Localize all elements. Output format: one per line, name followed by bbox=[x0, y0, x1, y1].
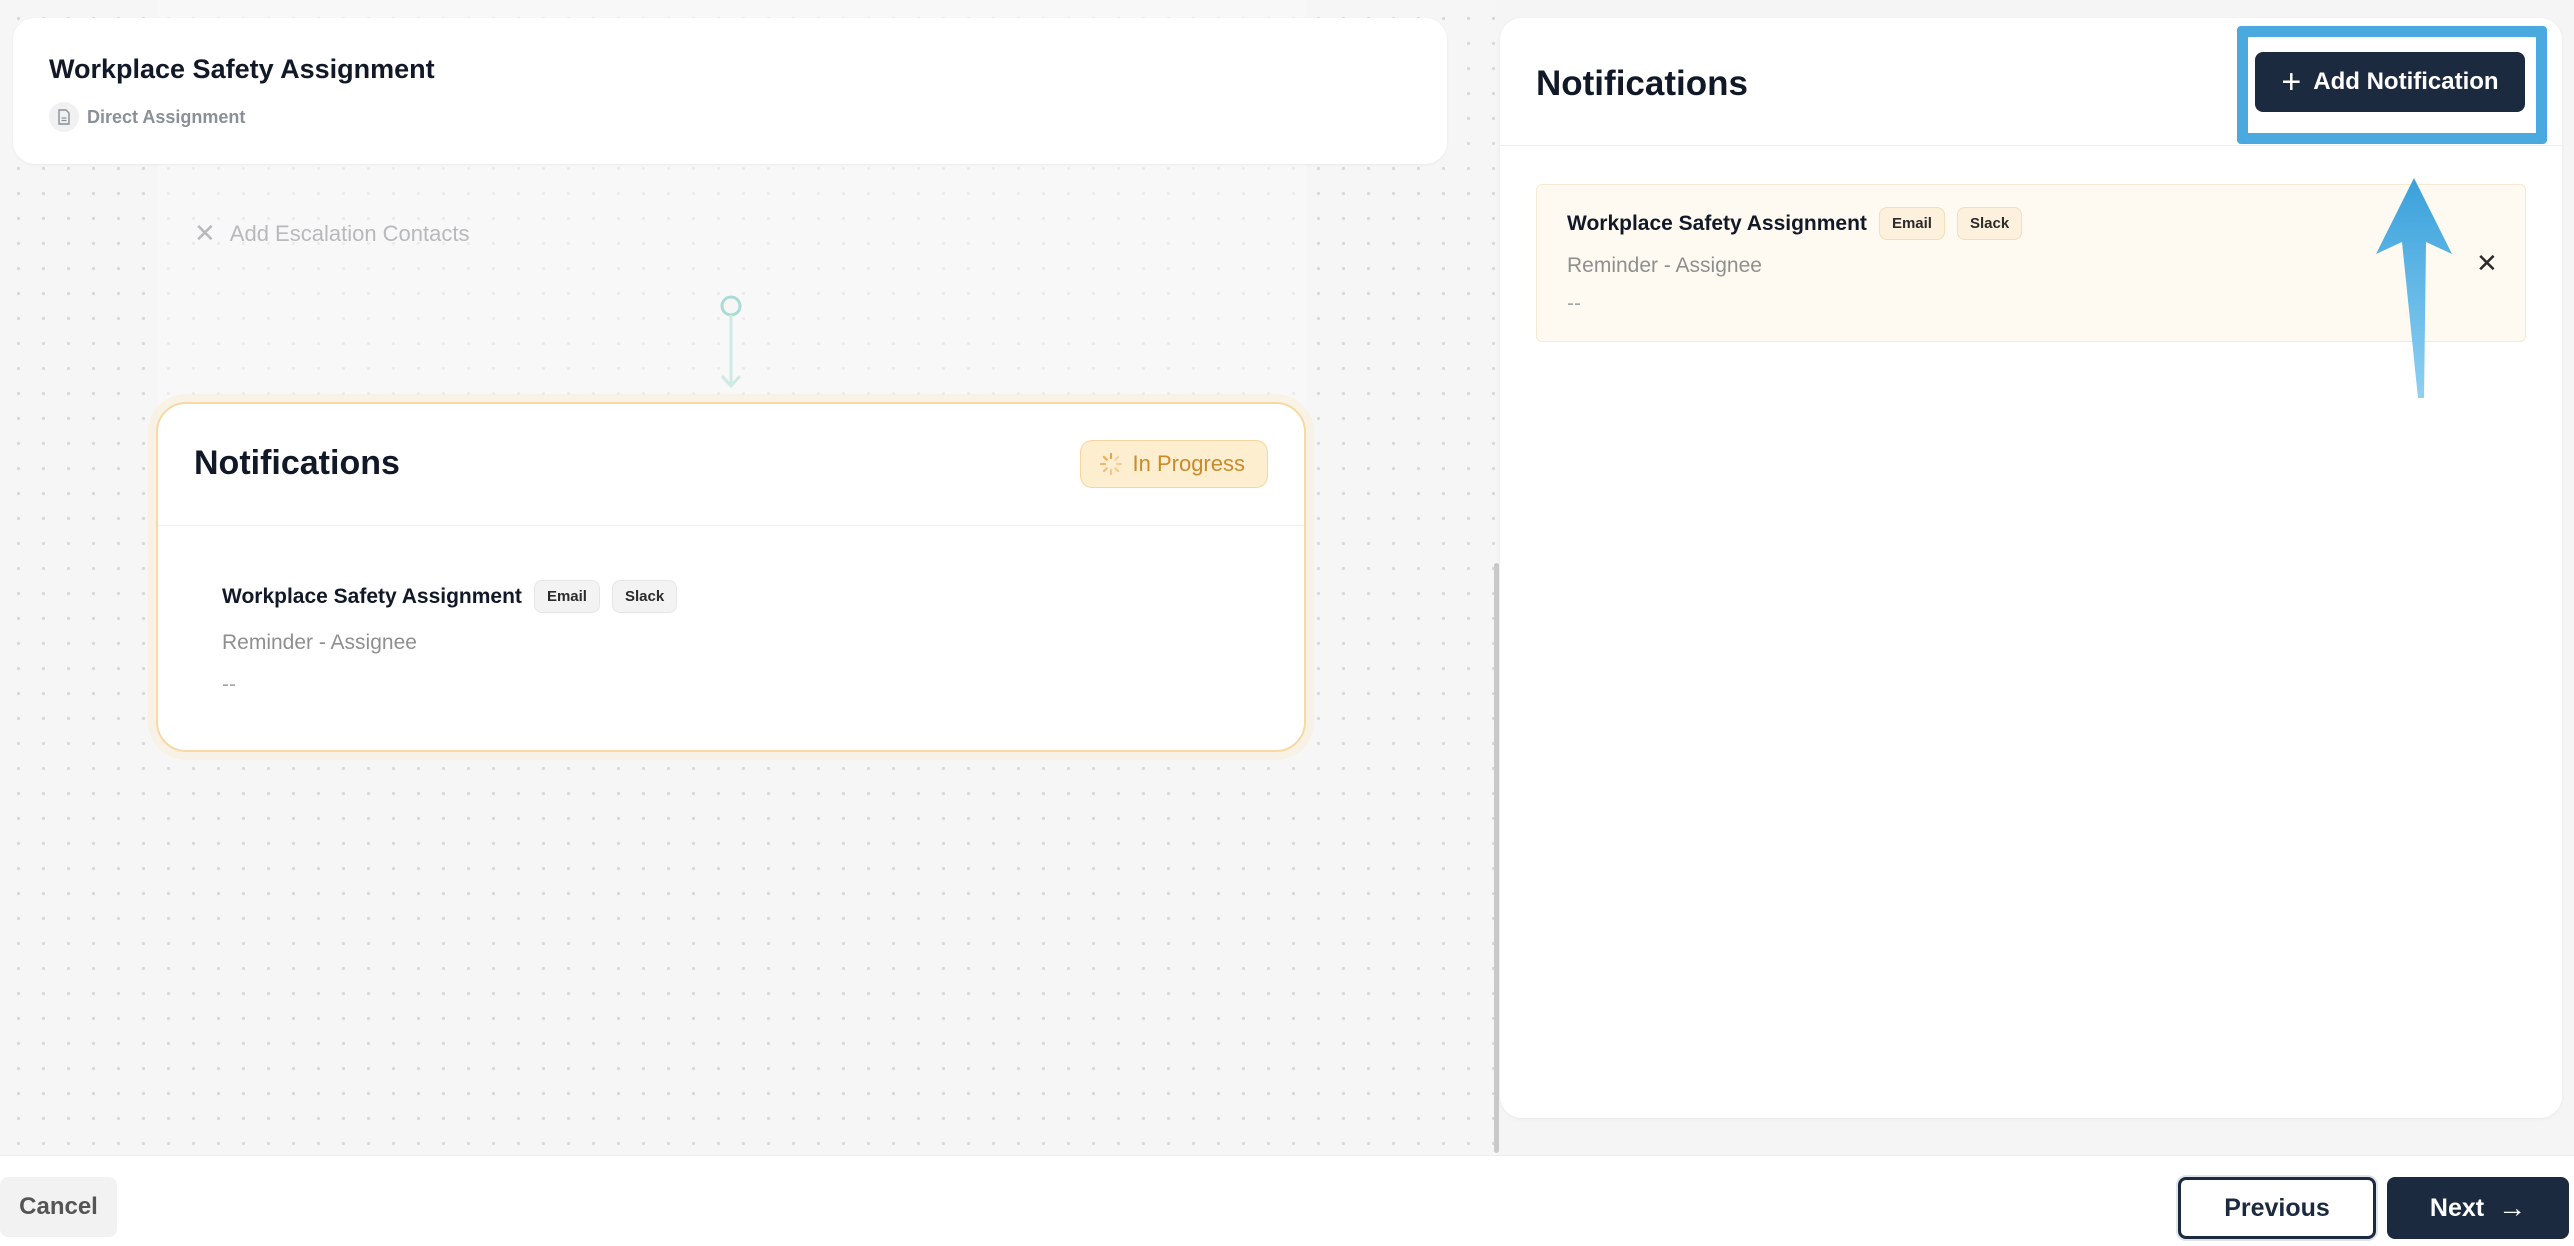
notifications-node[interactable]: Notifications In Progress Workplace Safe… bbox=[156, 402, 1306, 752]
add-notification-label: Add Notification bbox=[2313, 68, 2499, 95]
channel-badge-slack: Slack bbox=[1956, 207, 2023, 240]
add-escalation-contacts[interactable]: ✕ Add Escalation Contacts bbox=[194, 218, 470, 249]
assignment-header-card: Workplace Safety Assignment Direct Assig… bbox=[13, 18, 1447, 164]
notification-name: Workplace Safety Assignment bbox=[222, 584, 522, 608]
panel-title: Notifications bbox=[1536, 64, 1748, 103]
spinner-icon bbox=[1099, 452, 1122, 476]
notification-type: Reminder - Assignee bbox=[1567, 254, 1762, 277]
plus-icon: + bbox=[2281, 63, 2302, 101]
list-item: Workplace Safety Assignment Email Slack … bbox=[222, 580, 689, 697]
document-icon bbox=[49, 102, 79, 132]
canvas-scrollbar[interactable] bbox=[1494, 563, 1499, 1153]
list-item: Workplace Safety Assignment Email Slack … bbox=[1567, 207, 2034, 316]
channel-badge-email: Email bbox=[533, 580, 600, 613]
status-badge: In Progress bbox=[1079, 440, 1268, 488]
next-button[interactable]: Next → bbox=[2387, 1177, 2569, 1239]
assignment-title: Workplace Safety Assignment bbox=[49, 54, 435, 84]
add-escalation-label: Add Escalation Contacts bbox=[229, 220, 470, 246]
next-label: Next bbox=[2429, 1193, 2485, 1222]
node-title: Notifications bbox=[194, 444, 400, 482]
cancel-button[interactable]: Cancel bbox=[0, 1177, 117, 1237]
notification-type: Reminder - Assignee bbox=[222, 631, 417, 654]
add-notification-button[interactable]: + Add Notification bbox=[2255, 52, 2525, 112]
status-label: In Progress bbox=[1132, 451, 1246, 476]
close-icon[interactable]: ✕ bbox=[2476, 248, 2498, 279]
channel-badge-email: Email bbox=[1878, 207, 1945, 240]
notification-name: Workplace Safety Assignment bbox=[1567, 211, 1867, 235]
channel-badge-slack: Slack bbox=[611, 580, 678, 613]
notification-extra: -- bbox=[1567, 292, 1581, 315]
assignment-type-label: Direct Assignment bbox=[87, 106, 246, 127]
close-icon: ✕ bbox=[194, 218, 216, 248]
previous-button[interactable]: Previous bbox=[2178, 1177, 2376, 1239]
notification-extra: -- bbox=[222, 673, 236, 696]
node-connector bbox=[720, 295, 742, 389]
assignment-type: Direct Assignment bbox=[49, 102, 245, 132]
arrow-right-icon: → bbox=[2498, 1192, 2527, 1223]
arrow-up-icon bbox=[2376, 178, 2452, 398]
node-header: Notifications In Progress bbox=[158, 404, 1304, 526]
